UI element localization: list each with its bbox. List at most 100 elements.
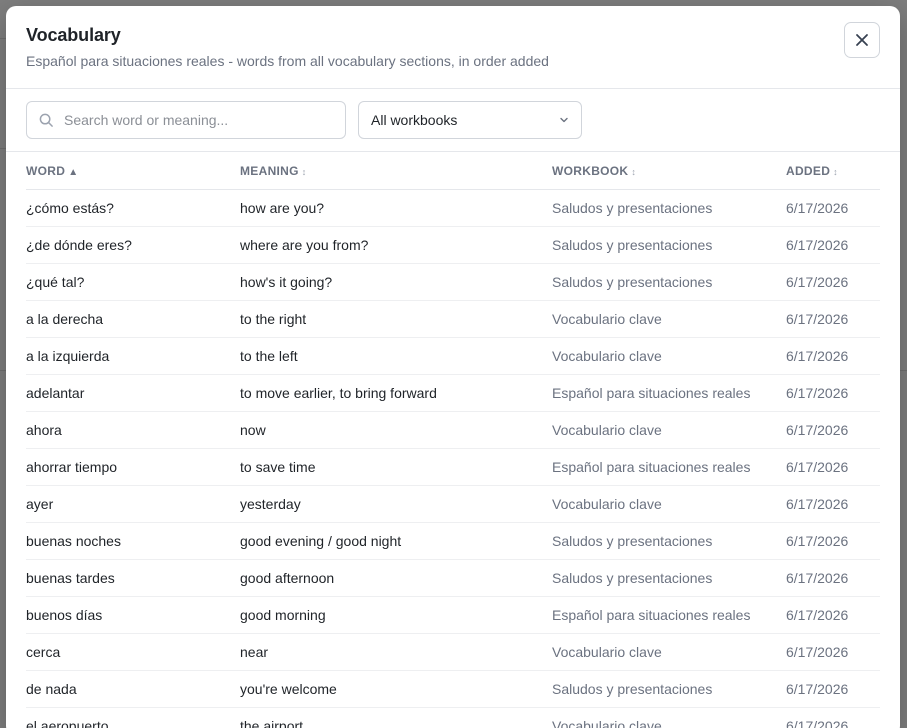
- meaning-cell: yesterday: [240, 485, 552, 523]
- workbook-cell: Español para situaciones reales: [552, 596, 786, 634]
- workbook-cell: Vocabulario clave: [552, 337, 786, 375]
- added-date-cell: 6/17/2026: [786, 522, 880, 560]
- table-row[interactable]: buenas tardes good afternoon Saludos y pre…: [26, 559, 880, 597]
- column-header-word[interactable]: WORD ▲: [26, 153, 240, 190]
- column-header-label: MEANING: [240, 163, 299, 178]
- meaning-cell: good afternoon: [240, 559, 552, 597]
- meaning-cell: to move earlier, to bring forward: [240, 374, 552, 412]
- workbook-cell: Vocabulario clave: [552, 633, 786, 671]
- table-row[interactable]: cerca near Vocabulario clave 6/17/2026: [26, 633, 880, 671]
- workbook-cell: Saludos y presentaciones: [552, 559, 786, 597]
- workbook-filter-select[interactable]: All workbooks: [358, 101, 582, 139]
- added-date-cell: 6/17/2026: [786, 448, 880, 486]
- chevron-down-icon: [560, 117, 568, 123]
- vocabulary-modal: Vocabulary Español para situaciones real…: [6, 6, 900, 728]
- table-row[interactable]: ahora now Vocabulario clave 6/17/2026: [26, 411, 880, 449]
- table-row[interactable]: buenas noches good evening / good night Sa…: [26, 522, 880, 560]
- added-date-cell: 6/17/2026: [786, 596, 880, 634]
- search-icon: [39, 113, 53, 127]
- word-cell: el aeropuerto: [26, 707, 240, 728]
- added-date-cell: 6/17/2026: [786, 670, 880, 708]
- meaning-cell: how are you?: [240, 189, 552, 227]
- added-date-cell: 6/17/2026: [786, 411, 880, 449]
- workbook-cell: Vocabulario clave: [552, 707, 786, 728]
- sort-ascending-icon: ▲: [68, 166, 79, 178]
- workbook-cell: Saludos y presentaciones: [552, 226, 786, 264]
- added-date-cell: 6/17/2026: [786, 374, 880, 412]
- word-cell: adelantar: [26, 374, 240, 412]
- meaning-cell: now: [240, 411, 552, 449]
- table-row[interactable]: ¿qué tal? how's it going? Saludos y presen…: [26, 263, 880, 301]
- close-button[interactable]: [844, 22, 880, 58]
- word-cell: a la derecha: [26, 300, 240, 338]
- table-header-row: WORD ▲ MEANING ↕ WORKBOOK ↕ ADDED ↕: [26, 153, 880, 190]
- added-date-cell: 6/17/2026: [786, 263, 880, 301]
- meaning-cell: to the right: [240, 300, 552, 338]
- table-row[interactable]: ahorrar tiempo to save time Español para s…: [26, 448, 880, 486]
- workbook-cell: Saludos y presentaciones: [552, 189, 786, 227]
- word-cell: ¿cómo estás?: [26, 189, 240, 227]
- modal-subtitle: Español para situaciones reales - words …: [26, 53, 549, 69]
- search-input[interactable]: [64, 112, 314, 128]
- meaning-cell: good morning: [240, 596, 552, 634]
- meaning-cell: how's it going?: [240, 263, 552, 301]
- word-cell: ayer: [26, 485, 240, 523]
- table-row[interactable]: a la derecha to the right Vocabulario clav…: [26, 300, 880, 338]
- added-date-cell: 6/17/2026: [786, 337, 880, 375]
- word-cell: ¿qué tal?: [26, 263, 240, 301]
- table-row[interactable]: ¿de dónde eres? where are you from? Saludo…: [26, 226, 880, 264]
- table-row[interactable]: ayer yesterday Vocabulario clave 6/17/2026: [26, 485, 880, 523]
- meaning-cell: to save time: [240, 448, 552, 486]
- workbook-cell: Vocabulario clave: [552, 300, 786, 338]
- workbook-cell: Español para situaciones reales: [552, 374, 786, 412]
- table-row[interactable]: adelantar to move earlier, to bring forwa…: [26, 374, 880, 412]
- workbook-filter-value: All workbooks: [371, 112, 458, 128]
- added-date-cell: 6/17/2026: [786, 485, 880, 523]
- added-date-cell: 6/17/2026: [786, 300, 880, 338]
- word-cell: buenas noches: [26, 522, 240, 560]
- workbook-cell: Saludos y presentaciones: [552, 522, 786, 560]
- filter-toolbar: All workbooks: [6, 89, 900, 152]
- table-row[interactable]: de nada you're welcome Saludos y presentac…: [26, 670, 880, 708]
- close-icon: [856, 34, 868, 46]
- meaning-cell: near: [240, 633, 552, 671]
- column-header-workbook[interactable]: WORKBOOK ↕: [552, 153, 786, 190]
- sort-icon: ↕: [833, 166, 838, 177]
- vocabulary-table-container: WORD ▲ MEANING ↕ WORKBOOK ↕ ADDED ↕ ¿cómo es…: [26, 153, 880, 728]
- table-row[interactable]: a la izquierda to the left Vocabulario cla…: [26, 337, 880, 375]
- search-field[interactable]: [26, 101, 346, 139]
- added-date-cell: 6/17/2026: [786, 226, 880, 264]
- meaning-cell: you're welcome: [240, 670, 552, 708]
- meaning-cell: good evening / good night: [240, 522, 552, 560]
- meaning-cell: where are you from?: [240, 226, 552, 264]
- added-date-cell: 6/17/2026: [786, 189, 880, 227]
- word-cell: ahorrar tiempo: [26, 448, 240, 486]
- workbook-cell: Vocabulario clave: [552, 411, 786, 449]
- added-date-cell: 6/17/2026: [786, 633, 880, 671]
- table-row[interactable]: buenos días good morning Español para situ…: [26, 596, 880, 634]
- modal-title: Vocabulary: [26, 25, 121, 45]
- word-cell: cerca: [26, 633, 240, 671]
- modal-header: Vocabulary Español para situaciones real…: [6, 6, 900, 89]
- table-row[interactable]: ¿cómo estás? how are you? Saludos y presen…: [26, 189, 880, 227]
- word-cell: ¿de dónde eres?: [26, 226, 240, 264]
- word-cell: de nada: [26, 670, 240, 708]
- word-cell: ahora: [26, 411, 240, 449]
- column-header-label: ADDED: [786, 163, 831, 178]
- sort-icon: ↕: [631, 166, 637, 177]
- column-header-added[interactable]: ADDED ↕: [786, 153, 880, 190]
- word-cell: buenas tardes: [26, 559, 240, 597]
- column-header-label: WORD: [26, 163, 66, 178]
- column-header-meaning[interactable]: MEANING ↕: [240, 153, 552, 190]
- added-date-cell: 6/17/2026: [786, 707, 880, 728]
- added-date-cell: 6/17/2026: [786, 559, 880, 597]
- vocabulary-table: WORD ▲ MEANING ↕ WORKBOOK ↕ ADDED ↕ ¿cómo es…: [26, 153, 880, 728]
- workbook-cell: Saludos y presentaciones: [552, 263, 786, 301]
- workbook-cell: Español para situaciones reales: [552, 448, 786, 486]
- column-header-label: WORKBOOK: [552, 163, 629, 178]
- table-row[interactable]: el aeropuerto the airport Vocabulario clav…: [26, 707, 880, 728]
- meaning-cell: to the left: [240, 337, 552, 375]
- word-cell: a la izquierda: [26, 337, 240, 375]
- meaning-cell: the airport: [240, 707, 552, 728]
- workbook-cell: Vocabulario clave: [552, 485, 786, 523]
